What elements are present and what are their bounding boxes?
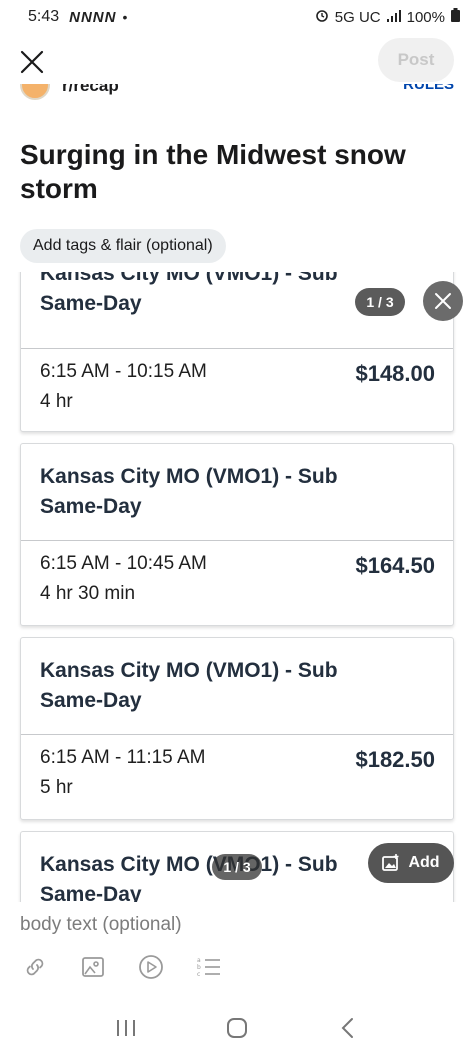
add-tags-flair-button[interactable]: Add tags & flair (optional) <box>20 229 226 263</box>
battery-icon <box>451 8 460 26</box>
offer-card-header: Kansas City MO (VMO1) - Sub Same-Day <box>21 444 453 541</box>
list-button[interactable]: abc <box>194 952 224 982</box>
post-title-input[interactable]: Surging in the Midwest snow storm <box>20 138 450 206</box>
video-button[interactable] <box>136 952 166 982</box>
svg-text:b: b <box>197 964 201 971</box>
add-label: Add <box>408 854 440 871</box>
post-button[interactable]: Post <box>378 38 454 82</box>
offer-route: Kansas City MO (VMO1) - Sub Same-Day <box>40 853 338 902</box>
home-button[interactable] <box>217 1008 257 1048</box>
status-right: 5G UC 100% <box>315 8 460 26</box>
network-label: 5G UC <box>334 8 381 26</box>
status-bar: 5:43 NNNN • 5G UC 100% <box>0 0 474 34</box>
offer-card-body: 6:15 AM - 10:45 AM 4 hr 30 min $164.50 <box>21 541 453 627</box>
gallery-counter-badge: 1 / 3 <box>212 854 262 880</box>
offer-price: $182.50 <box>355 747 435 772</box>
list-icon: abc <box>197 957 220 978</box>
system-nav-bar <box>0 1000 474 1056</box>
offer-route: Kansas City MO (VMO1) - Sub Same-Day <box>40 465 338 518</box>
back-button[interactable] <box>328 1008 368 1048</box>
offer-card: Kansas City MO (VMO1) - Sub Same-Day 6:1… <box>20 637 454 820</box>
community-name: r/recap <box>62 84 119 95</box>
offer-price: $164.50 <box>355 553 435 578</box>
offer-price: $148.00 <box>355 361 435 386</box>
offer-card-body: 6:15 AM - 10:15 AM 4 hr $148.00 <box>21 349 453 433</box>
composer-top-bar: Post <box>0 36 474 86</box>
offer-duration: 5 hr <box>40 777 73 798</box>
offer-card: Kansas City MO (VMO1) - Sub Same-Day 6:1… <box>20 443 454 626</box>
composer-toolbar: abc <box>20 952 224 982</box>
signal-icon <box>386 9 401 26</box>
offer-card-header: Kansas City MO (VMO1) - Sub Same-Day <box>21 638 453 735</box>
home-icon <box>226 1018 247 1038</box>
image-button[interactable] <box>78 952 108 982</box>
svg-text:a: a <box>197 957 201 964</box>
offer-times: 6:15 AM - 10:15 AM <box>40 361 207 382</box>
offer-duration: 4 hr 30 min <box>40 583 136 604</box>
remove-image-button[interactable] <box>423 281 463 321</box>
image-add-icon <box>382 854 399 871</box>
offer-times: 6:15 AM - 11:15 AM <box>40 747 206 768</box>
recents-button[interactable] <box>106 1008 146 1048</box>
offer-duration: 4 hr <box>40 391 73 412</box>
offer-route: Kansas City MO (VMO1) - Sub Same-Day <box>40 659 338 712</box>
back-icon <box>341 1018 354 1038</box>
recents-icon <box>116 1020 135 1036</box>
image-counter-badge: 1 / 3 <box>355 288 405 316</box>
svg-text:c: c <box>197 971 200 978</box>
rules-link[interactable]: RULES <box>403 84 454 93</box>
notification-icons: NNNN <box>69 8 117 26</box>
video-icon <box>139 955 163 979</box>
add-image-button[interactable]: Add <box>368 843 454 883</box>
close-icon <box>20 50 44 74</box>
community-row[interactable]: r/recap RULES <box>20 84 454 102</box>
image-icon <box>82 957 104 977</box>
link-icon <box>26 958 44 976</box>
community-avatar <box>20 84 50 100</box>
alarm-icon <box>315 8 329 26</box>
offer-card-body: 6:15 AM - 11:15 AM 5 hr $182.50 <box>21 735 453 821</box>
battery-label: 100% <box>406 8 445 26</box>
body-text-input[interactable]: body text (optional) <box>20 914 450 936</box>
status-time: 5:43 <box>28 8 60 25</box>
image-attachment[interactable]: Kansas City MO (VMO1) - Sub Same-Day 6:1… <box>0 272 474 902</box>
offer-times: 6:15 AM - 10:45 AM <box>40 553 207 574</box>
close-icon <box>435 293 451 309</box>
offer-route: Kansas City MO (VMO1) - Sub Same-Day <box>40 272 338 315</box>
close-button[interactable] <box>14 44 50 80</box>
link-button[interactable] <box>20 952 50 982</box>
notification-dot: • <box>122 9 128 25</box>
